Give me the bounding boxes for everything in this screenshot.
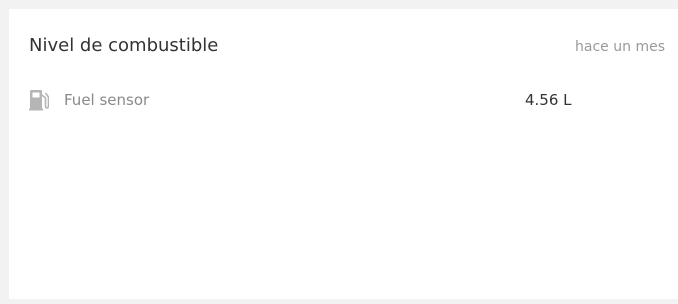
fuel-level-widget: Nivel de combustible hace un mes Fuel se…: [9, 9, 678, 299]
last-update-timestamp: hace un mes: [575, 39, 665, 55]
sensor-name: Fuel sensor: [64, 91, 150, 109]
widget-header: Nivel de combustible hace un mes: [29, 35, 670, 63]
sensor-value: 4.56 L: [525, 91, 572, 109]
sensor-row: Fuel sensor 4.56 L: [29, 89, 669, 113]
fuel-pump-icon: [29, 89, 50, 111]
widget-title: Nivel de combustible: [29, 35, 219, 56]
page-background: Nivel de combustible hace un mes Fuel se…: [0, 0, 678, 304]
